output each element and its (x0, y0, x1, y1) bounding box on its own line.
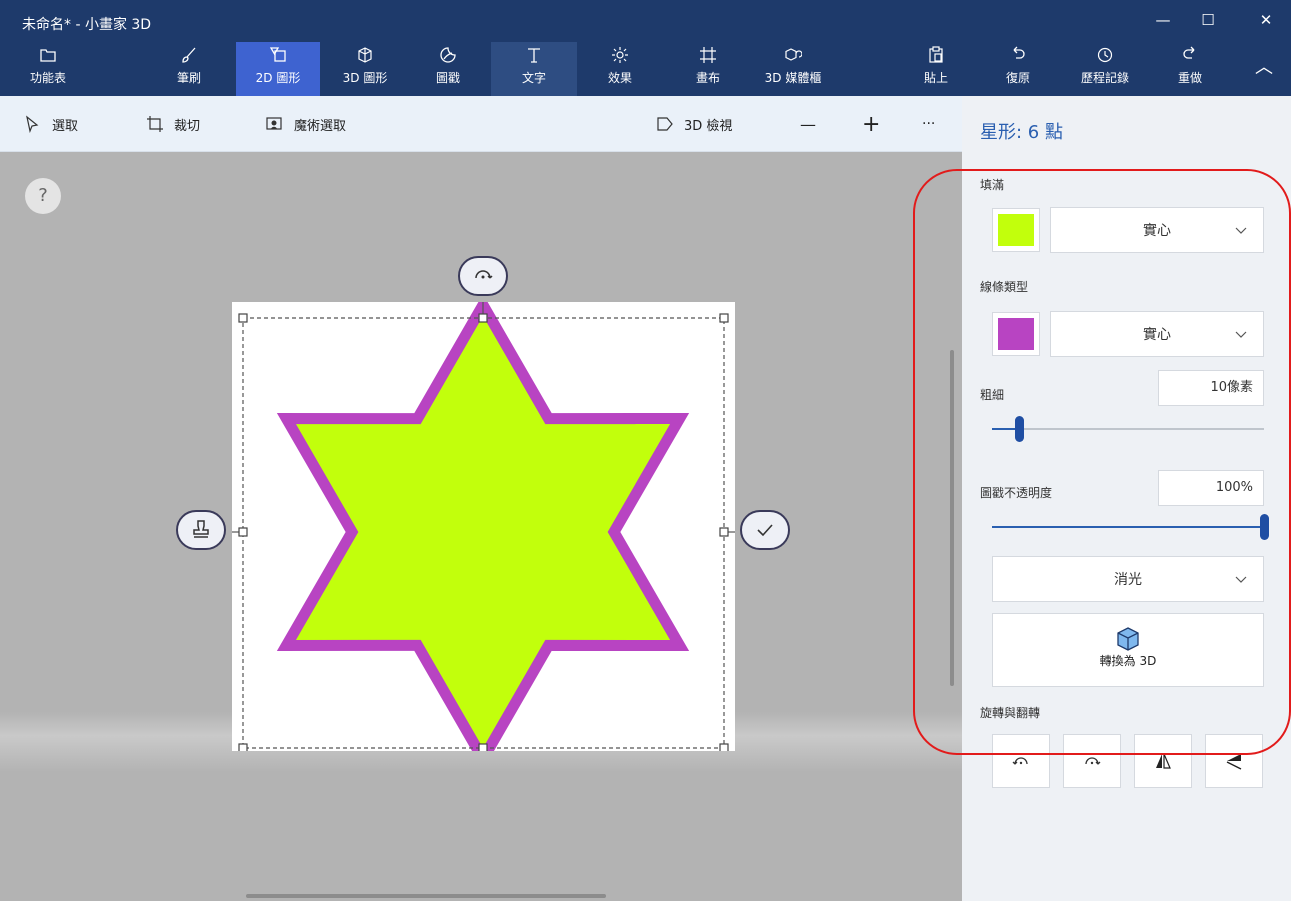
tab-effects[interactable]: 效果 (592, 42, 648, 96)
convert-to-3d-button[interactable]: 轉換為 3D (992, 613, 1264, 687)
undo-icon (990, 46, 1046, 70)
3d-cube-icon (1117, 627, 1139, 651)
stamp-icon (193, 520, 209, 538)
close-button[interactable]: ✕ (1248, 8, 1284, 32)
tab-stickers[interactable]: 圖戳 (420, 42, 476, 96)
menu-button[interactable]: 功能表 (20, 42, 76, 96)
opacity-slider[interactable] (992, 514, 1269, 540)
rotate-left-icon (1012, 757, 1028, 765)
opacity-slider-fill (992, 526, 1264, 528)
flip-vertical-icon (1226, 754, 1242, 770)
app-title: 未命名* - 小畫家 3D (22, 17, 152, 33)
maximize-button[interactable]: ☐ (1190, 8, 1226, 32)
line-color-swatch (998, 318, 1034, 350)
collapse-ribbon-button[interactable]: ︿ (1246, 56, 1282, 80)
tool-options-bar: 選取 裁切 魔術選取 3D 檢視 — + ··· (0, 96, 962, 152)
more-options-button[interactable]: ··· (922, 96, 935, 152)
stamp-button[interactable] (176, 510, 226, 550)
panel-title: 星形: 6 點 (980, 122, 1063, 143)
paste-icon (908, 46, 964, 70)
rotate-flip-label: 旋轉與翻轉 (980, 706, 1041, 720)
brush-icon (160, 46, 218, 70)
thickness-input[interactable]: 10像素 (1158, 370, 1264, 406)
line-type-dropdown[interactable]: 實心 (1050, 311, 1264, 357)
help-button[interactable]: ? (25, 178, 61, 214)
check-icon (757, 524, 773, 537)
history-icon (1068, 46, 1142, 70)
minimize-button[interactable]: — (1145, 8, 1181, 32)
opacity-input[interactable]: 100% (1158, 470, 1264, 506)
vertical-scrollbar[interactable] (950, 350, 954, 686)
3d-view-icon (657, 117, 673, 131)
3d-view-toggle[interactable]: 3D 檢視 (656, 96, 732, 152)
line-type-label: 線條類型 (980, 280, 1029, 294)
thickness-label: 粗細 (980, 388, 1005, 402)
chevron-down-icon (1235, 227, 1247, 234)
zoom-out-button[interactable]: — (800, 96, 816, 152)
paste-button[interactable]: 貼上 (908, 42, 964, 96)
star-shape[interactable] (232, 302, 735, 751)
title-bar: 未命名* - 小畫家 3D — ☐ ✕ 功能表 筆刷 2D 圖形 3D 圖形 圖… (0, 0, 1291, 96)
effects-icon (592, 46, 648, 70)
magic-select-button[interactable]: 魔術選取 (266, 96, 346, 152)
rotate-right-icon (1085, 757, 1101, 765)
tab-3d-library[interactable]: 3D 媒體櫃 (750, 42, 836, 96)
magic-select-icon (266, 117, 282, 130)
fill-color-button[interactable] (992, 208, 1040, 252)
horizontal-scrollbar[interactable] (246, 894, 606, 898)
opacity-slider-thumb[interactable] (1260, 514, 1269, 540)
redo-button[interactable]: 重做 (1162, 42, 1218, 96)
commit-button[interactable] (740, 510, 790, 550)
tab-3d-shapes[interactable]: 3D 圖形 (330, 42, 400, 96)
rotate-right-button[interactable] (1063, 734, 1121, 788)
flip-horizontal-icon (1156, 753, 1171, 769)
properties-panel: 星形: 6 點 填滿 實心 線條類型 實心 粗細 10像素 圖戳不透明度 100… (962, 96, 1291, 901)
workspace[interactable]: ? (0, 152, 962, 901)
flip-horizontal-button[interactable] (1134, 734, 1192, 788)
text-icon (491, 46, 577, 70)
fill-color-swatch (998, 214, 1034, 246)
2d-shapes-icon (236, 46, 320, 70)
opacity-label: 圖戳不透明度 (980, 486, 1053, 500)
line-color-button[interactable] (992, 312, 1040, 356)
crop-icon (147, 116, 163, 132)
tab-canvas[interactable]: 畫布 (680, 42, 736, 96)
folder-icon (20, 46, 76, 70)
tab-text[interactable]: 文字 (491, 42, 577, 96)
tab-2d-shapes[interactable]: 2D 圖形 (236, 42, 320, 96)
fill-type-dropdown[interactable]: 實心 (1050, 207, 1264, 253)
canvas-icon (680, 46, 736, 70)
finish-dropdown[interactable]: 消光 (992, 556, 1264, 602)
fill-label: 填滿 (980, 178, 1005, 192)
flip-vertical-button[interactable] (1205, 734, 1263, 788)
thickness-slider-thumb[interactable] (1015, 416, 1025, 442)
rotate-handle-button[interactable] (458, 256, 508, 296)
3d-library-icon (750, 46, 836, 70)
select-button[interactable]: 選取 (24, 96, 78, 152)
redo-icon (1162, 46, 1218, 70)
sticker-icon (420, 46, 476, 70)
history-button[interactable]: 歷程記錄 (1068, 42, 1142, 96)
crop-button[interactable]: 裁切 (146, 96, 200, 152)
rotate-left-button[interactable] (992, 734, 1050, 788)
tab-brushes[interactable]: 筆刷 (160, 42, 218, 96)
rotate-icon (475, 270, 493, 279)
chevron-down-icon (1235, 331, 1247, 338)
zoom-in-button[interactable]: + (862, 96, 880, 152)
thickness-slider[interactable] (992, 416, 1264, 442)
chevron-down-icon (1235, 576, 1247, 583)
six-point-star[interactable] (276, 302, 690, 751)
select-icon (26, 115, 39, 133)
3d-shapes-icon (330, 46, 400, 70)
undo-button[interactable]: 復原 (990, 42, 1046, 96)
